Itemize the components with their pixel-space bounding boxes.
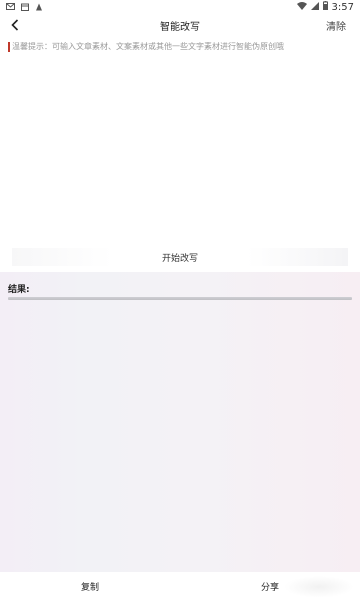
- input-placeholder: 温馨提示：可输入文章素材、文案素材或其他一些文字素材进行智能伪原创哦: [12, 42, 284, 51]
- status-time: 3:57: [331, 1, 354, 13]
- app-header: 智能改写 清除: [0, 14, 360, 36]
- clear-button[interactable]: 清除: [326, 18, 346, 33]
- copy-button[interactable]: 复制: [12, 576, 168, 596]
- battery-icon: [322, 1, 328, 13]
- start-rewrite-button[interactable]: 开始改写: [12, 248, 348, 266]
- status-bar: 3:57: [0, 0, 360, 14]
- copy-label: 复制: [80, 582, 99, 593]
- result-divider: [8, 297, 352, 300]
- share-label: 分享: [260, 582, 279, 593]
- calendar-icon: [20, 2, 29, 11]
- status-left-icons: [6, 2, 43, 11]
- notification-a-icon: [34, 2, 43, 11]
- text-caret: [8, 42, 10, 52]
- signal-icon: [310, 1, 319, 13]
- wifi-icon: [296, 1, 307, 13]
- start-rewrite-label: 开始改写: [161, 253, 198, 264]
- mail-icon: [6, 2, 15, 11]
- source-text-input[interactable]: 温馨提示：可输入文章素材、文案素材或其他一些文字素材进行智能伪原创哦: [6, 40, 354, 240]
- result-panel: 结果:: [0, 272, 360, 572]
- status-right-icons: 3:57: [296, 1, 354, 13]
- watermark-overlay: [284, 576, 354, 598]
- result-label: 结果:: [8, 285, 30, 295]
- page-title: 智能改写: [160, 22, 200, 33]
